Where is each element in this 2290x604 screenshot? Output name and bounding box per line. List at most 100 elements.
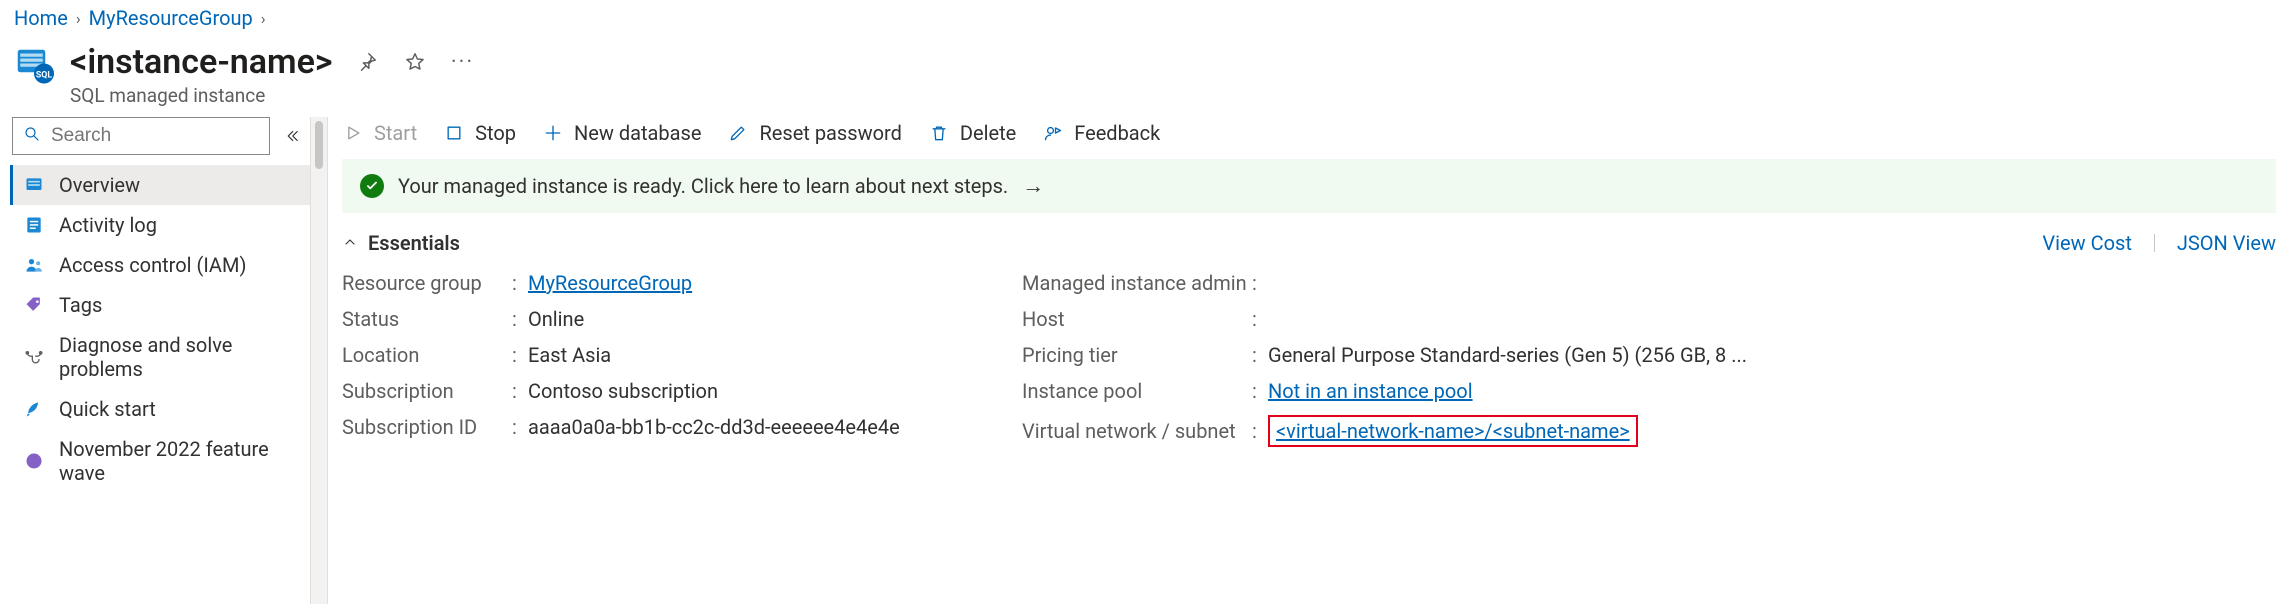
kv-label: Managed instance admin bbox=[1022, 271, 1252, 295]
edit-icon bbox=[727, 122, 749, 144]
feedback-icon bbox=[1042, 122, 1064, 144]
stop-button[interactable]: Stop bbox=[443, 121, 516, 145]
feedback-button[interactable]: Feedback bbox=[1042, 121, 1160, 145]
essentials-column-left: Resource group : MyResourceGroup Status … bbox=[342, 265, 982, 453]
sidebar-item-access-control[interactable]: Access control (IAM) bbox=[10, 245, 310, 285]
kv-location: Location : East Asia bbox=[342, 337, 982, 373]
breadcrumb: Home › MyResourceGroup › bbox=[0, 0, 2290, 34]
essentials-column-right: Managed instance admin : Host : Pricing … bbox=[1022, 265, 2276, 453]
kv-status: Status : Online bbox=[342, 301, 982, 337]
resource-type-label: SQL managed instance bbox=[70, 84, 477, 107]
kv-instance-pool: Instance pool : Not in an instance pool bbox=[1022, 373, 2276, 409]
more-button[interactable]: ··· bbox=[449, 48, 477, 76]
status-banner-text: Your managed instance is ready. Click he… bbox=[398, 174, 1008, 198]
kv-label: Pricing tier bbox=[1022, 343, 1252, 367]
overview-icon bbox=[23, 174, 45, 196]
feature-wave-icon bbox=[23, 450, 45, 472]
chevron-right-icon: › bbox=[261, 9, 266, 28]
sidebar-item-overview[interactable]: Overview bbox=[10, 165, 310, 205]
essentials-section: Essentials View Cost JSON View Resource … bbox=[342, 227, 2276, 453]
access-control-icon bbox=[23, 254, 45, 276]
sidebar-item-label: Diagnose and solve problems bbox=[59, 333, 300, 381]
toolbar-label: Reset password bbox=[759, 121, 901, 145]
scrollbar-thumb[interactable] bbox=[315, 121, 323, 169]
page-title: <instance-name> bbox=[70, 42, 333, 82]
favorite-button[interactable] bbox=[401, 48, 429, 76]
kv-label: Subscription bbox=[342, 379, 512, 403]
instance-pool-link[interactable]: Not in an instance pool bbox=[1268, 379, 1473, 403]
svg-text:SQL: SQL bbox=[36, 70, 52, 80]
sidebar: Overview Activity log Access control (IA… bbox=[0, 117, 310, 493]
toolbar-label: Stop bbox=[475, 121, 516, 145]
toolbar-label: Start bbox=[374, 121, 417, 145]
essentials-toggle[interactable]: Essentials bbox=[342, 231, 460, 255]
tags-icon bbox=[23, 294, 45, 316]
sidebar-item-tags[interactable]: Tags bbox=[10, 285, 310, 325]
kv-value: aaaa0a0a-bb1b-cc2c-dd3d-eeeeee4e4e4e bbox=[528, 415, 982, 439]
sql-managed-instance-icon: SQL bbox=[14, 46, 54, 86]
breadcrumb-home[interactable]: Home bbox=[14, 6, 68, 30]
kv-subscription-id: Subscription ID : aaaa0a0a-bb1b-cc2c-dd3… bbox=[342, 409, 982, 445]
kv-vnet: Virtual network / subnet : <virtual-netw… bbox=[1022, 409, 2276, 453]
sidebar-scrollbar[interactable] bbox=[310, 117, 328, 604]
kv-label: Virtual network / subnet bbox=[1022, 419, 1252, 443]
arrow-right-icon: → bbox=[1022, 173, 1044, 199]
sidebar-item-label: November 2022 feature wave bbox=[59, 437, 300, 485]
sidebar-item-activity-log[interactable]: Activity log bbox=[10, 205, 310, 245]
toolbar-label: Delete bbox=[960, 121, 1016, 145]
separator bbox=[2154, 234, 2155, 252]
kv-admin: Managed instance admin : bbox=[1022, 265, 2276, 301]
kv-label: Subscription ID bbox=[342, 415, 512, 439]
json-view-link[interactable]: JSON View bbox=[2177, 231, 2276, 255]
plus-icon bbox=[542, 122, 564, 144]
delete-icon bbox=[928, 122, 950, 144]
kv-subscription: Subscription : Contoso subscription bbox=[342, 373, 982, 409]
sidebar-search[interactable] bbox=[12, 117, 270, 155]
status-banner[interactable]: Your managed instance is ready. Click he… bbox=[342, 159, 2276, 213]
kv-label: Resource group bbox=[342, 271, 512, 295]
sidebar-item-label: Quick start bbox=[59, 397, 156, 421]
delete-button[interactable]: Delete bbox=[928, 121, 1016, 145]
reset-password-button[interactable]: Reset password bbox=[727, 121, 901, 145]
kv-label: Location bbox=[342, 343, 512, 367]
start-button[interactable]: Start bbox=[342, 121, 417, 145]
sidebar-item-label: Tags bbox=[59, 293, 102, 317]
collapse-sidebar-button[interactable] bbox=[280, 124, 304, 148]
sidebar-item-label: Overview bbox=[59, 173, 140, 197]
diagnose-icon bbox=[23, 346, 45, 368]
kv-value: Contoso subscription bbox=[528, 379, 982, 403]
search-input[interactable] bbox=[51, 125, 259, 147]
toolbar-label: New database bbox=[574, 121, 701, 145]
main-pane: Start Stop New database Reset password bbox=[328, 117, 2290, 453]
sidebar-item-diagnose[interactable]: Diagnose and solve problems bbox=[10, 325, 310, 389]
new-database-button[interactable]: New database bbox=[542, 121, 701, 145]
sidebar-nav: Overview Activity log Access control (IA… bbox=[10, 165, 310, 493]
kv-host: Host : bbox=[1022, 301, 2276, 337]
toolbar-label: Feedback bbox=[1074, 121, 1160, 145]
kv-resource-group: Resource group : MyResourceGroup bbox=[342, 265, 982, 301]
resource-header: SQL <instance-name> ··· SQL managed inst… bbox=[0, 34, 2290, 117]
kv-value: Online bbox=[528, 307, 982, 331]
highlight-box: <virtual-network-name>/<subnet-name> bbox=[1268, 415, 1638, 447]
play-icon bbox=[342, 122, 364, 144]
sidebar-item-quick-start[interactable]: Quick start bbox=[10, 389, 310, 429]
kv-label: Instance pool bbox=[1022, 379, 1252, 403]
view-cost-link[interactable]: View Cost bbox=[2042, 231, 2131, 255]
chevron-up-icon bbox=[342, 231, 358, 255]
stop-icon bbox=[443, 122, 465, 144]
pin-button[interactable] bbox=[353, 48, 381, 76]
sidebar-item-feature-wave[interactable]: November 2022 feature wave bbox=[10, 429, 310, 493]
command-bar: Start Stop New database Reset password bbox=[342, 117, 2276, 159]
sidebar-item-label: Activity log bbox=[59, 213, 157, 237]
kv-pricing: Pricing tier : General Purpose Standard-… bbox=[1022, 337, 2276, 373]
search-icon bbox=[23, 124, 41, 148]
essentials-title: Essentials bbox=[368, 231, 460, 255]
chevron-right-icon: › bbox=[76, 9, 81, 28]
kv-value: East Asia bbox=[528, 343, 982, 367]
breadcrumb-resource-group[interactable]: MyResourceGroup bbox=[89, 6, 253, 30]
vnet-link[interactable]: <virtual-network-name>/<subnet-name> bbox=[1276, 419, 1630, 443]
quick-start-icon bbox=[23, 398, 45, 420]
success-icon bbox=[360, 174, 384, 198]
kv-label: Host bbox=[1022, 307, 1252, 331]
resource-group-link[interactable]: MyResourceGroup bbox=[528, 271, 692, 295]
